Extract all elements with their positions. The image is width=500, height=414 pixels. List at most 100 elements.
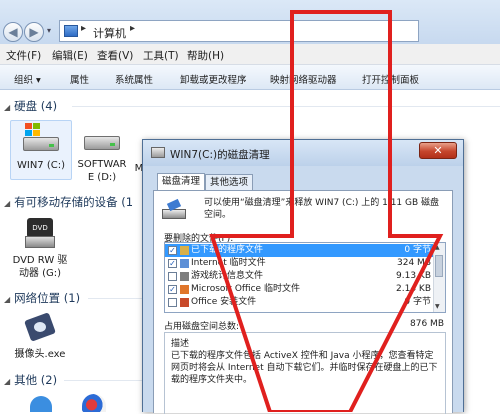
menu-edit[interactable]: 编辑(E) [52,48,88,63]
file-category-name: Office 安装文件 [191,297,257,307]
file-category-size: 324 MB [397,258,431,268]
dialog-titlebar[interactable]: WIN7(C:)的磁盘清理 ✕ [143,140,463,166]
menu-tools[interactable]: 工具(T) [143,48,179,63]
description-group: 描述 已下载的程序文件包括 ActiveX 控件和 Java 小程序，您查看特定… [164,332,446,414]
group-divider [64,380,142,381]
group-other[interactable]: ◢ 其他 (2) [4,372,57,388]
map-network-drive-button[interactable]: 映射网络驱动器 [270,72,337,86]
drive-item-software[interactable]: SOFTWAR E (D:) [74,120,130,183]
office-icon [180,298,189,307]
close-icon: ✕ [433,144,443,157]
scroll-thumb[interactable] [435,255,443,277]
back-button[interactable]: ◀ [3,22,23,42]
tab-disk-cleanup[interactable]: 磁盘清理 [157,173,206,191]
tab-panel: 可以使用“磁盘清理”来释放 WIN7 (C:) 上的 1.11 GB 磁盘空间。… [153,190,453,414]
lock-icon [180,259,189,268]
address-crumb-computer[interactable]: 计算机 [93,25,126,41]
description-text: 已下载的程序文件包括 ActiveX 控件和 Java 小程序，您查看特定网页时… [171,351,438,385]
list-item[interactable]: ✓ 已下载的程序文件 0 字节 [165,244,435,257]
item-camera[interactable]: 摄像头.exe [10,310,70,361]
dialog-title: WIN7(C:)的磁盘清理 [170,149,270,161]
organize-button[interactable]: 组织 ▾ [14,72,41,86]
windows-logo-icon [25,123,41,137]
command-bar: 组织 ▾ 属性 系统属性 卸载或更改程序 映射网络驱动器 打开控制面板 [0,65,500,90]
files-to-delete-list[interactable]: ✓ 已下载的程序文件 0 字节 ✓ Internet 临时文件 324 MB 游… [164,242,446,313]
file-category-name: 已下载的程序文件 [191,245,264,255]
app-icon[interactable] [82,394,106,412]
checkbox-icon[interactable] [168,272,177,281]
properties-button[interactable]: 属性 [70,72,89,86]
group-removable[interactable]: ◢ 有可移动存储的设备 (1 [4,194,133,210]
close-button[interactable]: ✕ [419,142,457,159]
checkbox-icon[interactable] [168,298,177,307]
group-hard-disks[interactable]: ◢ 硬盘 (4) [4,98,57,114]
file-category-name: 游戏统计信息文件 [191,271,264,281]
menu-bar: 文件(F) 编辑(E) 查看(V) 工具(T) 帮助(H) [0,44,500,65]
address-input[interactable]: ▸ 计算机 ▸ [59,20,419,42]
file-category-size: 9.13 KB [396,271,431,281]
back-icon: ◀ [8,25,18,39]
drive-label: DVD RW 驱动器 (G:) [12,255,68,279]
drive-label: WIN7 (C:) [16,160,65,171]
game-icon [180,272,189,281]
uninstall-program-button[interactable]: 卸载或更改程序 [180,72,247,86]
group-label: 网络位置 (1) [14,291,81,305]
item-label: 摄像头.exe [14,349,66,360]
group-divider [88,298,142,299]
dvd-icon: DVD [23,218,57,250]
drive-label: SOFTWAR E (D:) [77,159,127,183]
address-separator[interactable]: ▸ [130,23,135,34]
file-category-name: Internet 临时文件 [191,258,266,268]
group-divider [72,106,500,107]
list-scrollbar[interactable]: ▲ ▼ [433,243,445,312]
list-item[interactable]: Office 安装文件 0 字节 [165,296,435,309]
total-space-value: 876 MB [410,319,444,329]
group-label: 硬盘 (4) [14,99,58,113]
address-bar-area: ◀ ▶ ▾ ▸ 计算机 ▸ [0,0,500,44]
app-icon[interactable] [30,396,52,412]
list-item[interactable]: ✓ Microsoft Office 临时文件 2.14 KB [165,283,435,296]
computer-icon [64,25,78,37]
file-category-name: Microsoft Office 临时文件 [191,284,300,294]
camera-icon [23,310,57,344]
menu-file[interactable]: 文件(F) [6,48,41,63]
checkbox-icon[interactable]: ✓ [168,259,177,268]
file-category-size: 0 字节 [404,245,431,255]
disk-cleanup-icon [162,198,188,221]
file-category-size: 0 字节 [404,297,431,307]
menu-view[interactable]: 查看(V) [97,48,133,63]
folder-icon [180,246,189,255]
description-title: 描述 [171,339,190,349]
group-label: 有可移动存储的设备 (1 [14,195,134,209]
drive-item-dvd[interactable]: DVD DVD RW 驱动器 (G:) [10,216,70,280]
collapse-icon: ◢ [4,295,11,304]
history-dropdown[interactable]: ▾ [47,26,51,35]
system-properties-button[interactable]: 系统属性 [115,72,153,86]
checkbox-icon[interactable]: ✓ [168,246,177,255]
office-icon [180,285,189,294]
total-space-label: 占用磁盘空间总数: [164,322,240,332]
list-item[interactable]: ✓ Internet 临时文件 324 MB [165,257,435,270]
list-item[interactable]: 游戏统计信息文件 9.13 KB [165,270,435,283]
collapse-icon: ◢ [4,199,11,208]
forward-icon: ▶ [29,25,39,39]
scroll-down-icon[interactable]: ▼ [435,303,440,310]
address-separator[interactable]: ▸ [81,23,86,34]
group-network[interactable]: ◢ 网络位置 (1) [4,290,80,306]
cleanup-summary: 可以使用“磁盘清理”来释放 WIN7 (C:) 上的 1.11 GB 磁盘空间。 [204,198,440,220]
open-control-panel-button[interactable]: 打开控制面板 [362,72,419,86]
scroll-up-icon[interactable]: ▲ [435,244,440,251]
checkbox-icon[interactable]: ✓ [168,285,177,294]
menu-help[interactable]: 帮助(H) [187,48,224,63]
forward-button[interactable]: ▶ [24,22,44,42]
disk-cleanup-icon [151,147,165,158]
dvd-logo: DVD [27,218,53,238]
file-category-size: 2.14 KB [396,284,431,294]
group-label: 其他 (2) [14,373,58,387]
tab-more-options[interactable]: 其他选项 [205,174,254,190]
system-drive-icon [21,123,61,153]
collapse-icon: ◢ [4,103,11,112]
drive-item-win7[interactable]: WIN7 (C:) [10,120,72,180]
drive-icon [82,128,122,152]
disk-cleanup-dialog: WIN7(C:)的磁盘清理 ✕ 磁盘清理 其他选项 可以使用“磁盘清理”来释放 … [142,139,464,414]
